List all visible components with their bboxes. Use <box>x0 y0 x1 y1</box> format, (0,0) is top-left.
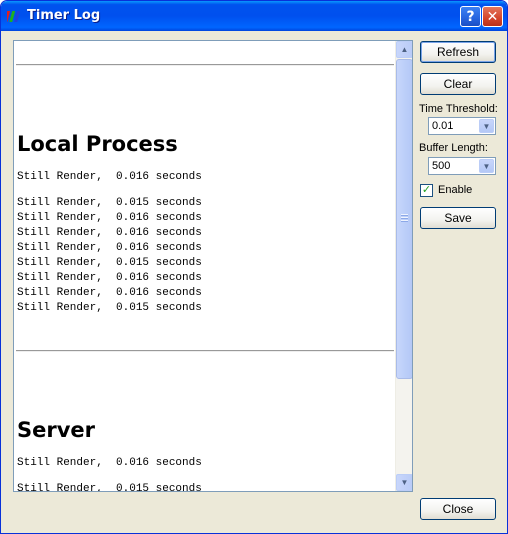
buffer-length-select[interactable]: 500 ▼ <box>428 157 496 175</box>
arrow-up-icon: ▲ <box>400 45 409 54</box>
grip-line <box>401 220 408 222</box>
log-line: Still Render, 0.016 seconds <box>17 227 202 239</box>
chevron-down-icon[interactable]: ▼ <box>479 119 494 133</box>
time-threshold-label: Time Threshold: <box>419 103 498 115</box>
window-title: Timer Log <box>27 8 101 23</box>
save-button[interactable]: Save <box>420 207 496 229</box>
divider <box>16 350 394 352</box>
close-icon: ✕ <box>486 8 499 25</box>
log-line: Still Render, 0.016 seconds <box>17 287 202 299</box>
timer-log-window: Timer Log ? ✕ Local Process Still Render… <box>0 0 508 534</box>
colored-bars-icon <box>7 11 21 22</box>
section-title-server: Server <box>17 418 96 442</box>
refresh-button[interactable]: Refresh <box>420 41 496 63</box>
log-line: Still Render, 0.016 seconds <box>17 212 202 224</box>
timer-log-view[interactable]: Local Process Still Render, 0.016 second… <box>13 40 413 492</box>
log-content: Local Process Still Render, 0.016 second… <box>14 41 396 491</box>
scroll-down-button[interactable]: ▼ <box>396 474 412 491</box>
log-line: Still Render, 0.015 seconds <box>17 483 202 491</box>
help-icon: ? <box>466 8 475 25</box>
log-line: Still Render, 0.016 seconds <box>17 457 202 469</box>
log-line: Still Render, 0.015 seconds <box>17 197 202 209</box>
title-bar[interactable]: Timer Log ? ✕ <box>1 1 507 31</box>
log-line: Still Render, 0.015 seconds <box>17 257 202 269</box>
buffer-length-label: Buffer Length: <box>419 142 488 154</box>
log-line: Still Render, 0.016 seconds <box>17 242 202 254</box>
enable-checkbox[interactable]: ✓ <box>420 184 433 197</box>
log-line: Still Render, 0.015 seconds <box>17 302 202 314</box>
log-line: Still Render, 0.016 seconds <box>17 272 202 284</box>
checkmark-icon: ✓ <box>421 184 432 196</box>
grip-line <box>401 214 408 216</box>
grip-line <box>401 217 408 219</box>
help-button[interactable]: ? <box>460 6 481 27</box>
log-line: Still Render, 0.016 seconds <box>17 171 202 183</box>
time-threshold-value: 0.01 <box>432 120 454 132</box>
time-threshold-select[interactable]: 0.01 ▼ <box>428 117 496 135</box>
scroll-up-button[interactable]: ▲ <box>396 41 412 58</box>
divider <box>16 64 394 66</box>
arrow-down-icon: ▼ <box>400 478 409 487</box>
clear-button[interactable]: Clear <box>420 73 496 95</box>
buffer-length-value: 500 <box>432 160 451 172</box>
section-title-local-process: Local Process <box>17 132 178 156</box>
scrollbar-thumb[interactable] <box>396 59 412 379</box>
window-close-button[interactable]: ✕ <box>482 6 503 27</box>
vertical-scrollbar[interactable]: ▲ ▼ <box>395 41 412 491</box>
close-button[interactable]: Close <box>420 498 496 520</box>
enable-label[interactable]: Enable <box>438 184 472 196</box>
chevron-down-icon[interactable]: ▼ <box>479 159 494 173</box>
